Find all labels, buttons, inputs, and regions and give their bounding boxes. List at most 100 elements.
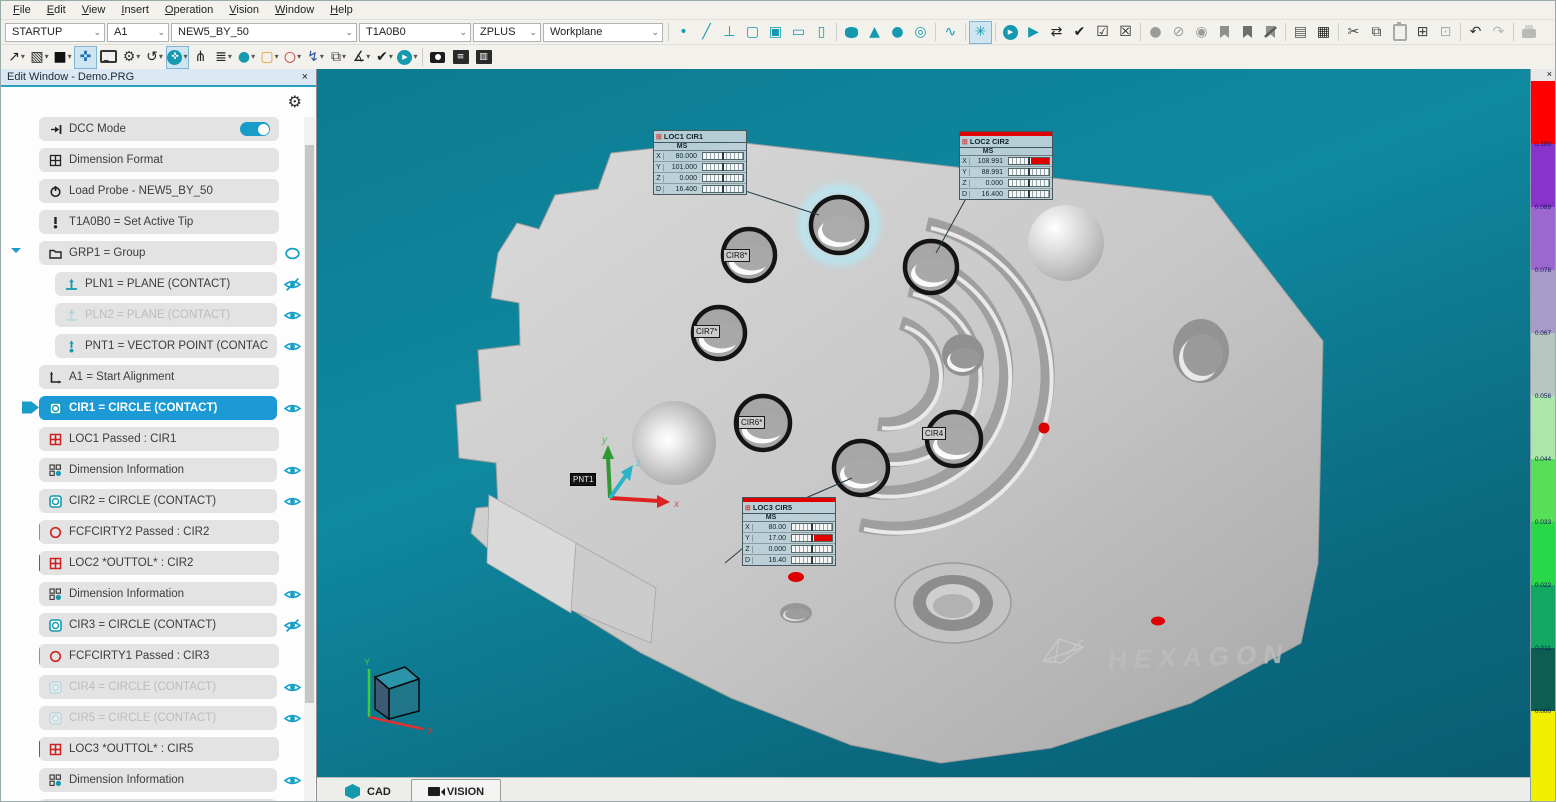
sidebar-scrollbar[interactable] (304, 117, 315, 802)
circle-icon[interactable]: ▢ (741, 21, 764, 44)
chevron-down-icon[interactable]: ⌄ (157, 27, 165, 38)
execute-icon[interactable]: ▶ (999, 21, 1022, 44)
execute-from-cursor-icon[interactable]: ▶ (1022, 21, 1045, 44)
chevron-down-icon[interactable]: ⌄ (345, 27, 353, 38)
chevron-down-icon[interactable]: ▾ (21, 53, 25, 61)
summary-mode-icon[interactable]: ▤ (1289, 21, 1312, 44)
eye-icon[interactable] (284, 340, 302, 353)
bookmark-remove-icon[interactable] (1259, 21, 1282, 44)
auto-feature-icon[interactable]: ✳ (969, 21, 992, 44)
command-item[interactable]: CIR5 = CIRCLE (CONTACT) (39, 706, 277, 730)
execute-mode-icon[interactable]: ▶▾ (396, 46, 419, 69)
menu-view[interactable]: View (74, 3, 114, 18)
wireframe-view-icon[interactable]: ▧▾ (28, 46, 51, 69)
line-icon[interactable]: ╱ (695, 21, 718, 44)
pan-mode-icon[interactable]: ✜ (74, 46, 97, 69)
comment-icon[interactable] (97, 46, 120, 69)
graph-window-icon[interactable]: ▥ (472, 46, 495, 69)
command-item[interactable]: PLN2 = PLANE (CONTACT) (55, 303, 277, 327)
gage-window-icon[interactable]: ▢▾ (258, 46, 281, 69)
paste-icon[interactable] (1388, 21, 1411, 44)
break-icon[interactable]: ⊘ (1167, 21, 1190, 44)
square-slot-icon[interactable]: ▯ (810, 21, 833, 44)
menu-window[interactable]: Window (267, 3, 322, 18)
eye-icon[interactable] (284, 712, 302, 725)
workplane-axis-select[interactable]: ZPLUS⌄ (473, 23, 541, 42)
command-item[interactable]: Load Probe - NEW5_BY_50 (39, 179, 279, 203)
print-icon[interactable] (1517, 21, 1540, 44)
dimension-callout-loc2[interactable]: ⊞LOC2 CIR2MSX108.991Y88.991Z0.000D16.400 (959, 131, 1053, 200)
command-item[interactable]: CIR2 = CIRCLE (CONTACT) (39, 489, 277, 513)
scrollbar-thumb[interactable] (305, 145, 314, 703)
sphere-icon[interactable]: ● (886, 21, 909, 44)
menu-edit[interactable]: Edit (39, 3, 74, 18)
workplane-select[interactable]: Workplane⌄ (543, 23, 663, 42)
redo-icon[interactable]: ↷ (1487, 21, 1510, 44)
undo-icon[interactable]: ↶ (1464, 21, 1487, 44)
chevron-down-icon[interactable]: ▾ (45, 53, 49, 61)
plane-icon[interactable]: ⊥ (718, 21, 741, 44)
eye-icon[interactable] (284, 402, 302, 415)
confirm-icon[interactable]: ✔▾ (373, 46, 396, 69)
command-mode-icon[interactable]: ▦ (1312, 21, 1335, 44)
chevron-down-icon[interactable]: ▾ (320, 53, 324, 61)
loop-icon[interactable]: ⇄ (1045, 21, 1068, 44)
view-set-icon[interactable]: ⧉▾ (327, 46, 350, 69)
ellipse-icon[interactable]: ▣ (764, 21, 787, 44)
menu-file[interactable]: File (5, 3, 39, 18)
command-item[interactable]: T1A0B0 = Set Active Tip (39, 210, 279, 234)
solid-view-icon[interactable]: ■▾ (51, 46, 74, 69)
dcc-mode-toggle[interactable] (240, 122, 270, 136)
torus-icon[interactable]: ◎ (909, 21, 932, 44)
tab-cad[interactable]: CAD (329, 779, 407, 802)
probe-file-select[interactable]: NEW5_BY_50⌄ (171, 23, 357, 42)
chevron-down-icon[interactable]: ▾ (389, 53, 393, 61)
chevron-down-icon[interactable]: ▾ (275, 53, 279, 61)
command-item[interactable]: LOC1 Passed : CIR1 (39, 427, 279, 451)
continue-icon[interactable]: ◉ (1190, 21, 1213, 44)
close-icon[interactable]: × (302, 71, 308, 83)
fcf-circle-icon[interactable]: ○▾ (281, 46, 304, 69)
close-icon[interactable]: × (1531, 69, 1555, 81)
point-icon[interactable]: • (672, 21, 695, 44)
command-item[interactable]: Dimension Information (39, 582, 277, 606)
angle-strategy-icon[interactable]: ∡▾ (350, 46, 373, 69)
chevron-down-icon[interactable]: ▾ (251, 53, 255, 61)
menu-vision[interactable]: Vision (221, 3, 267, 18)
chevron-down-icon[interactable]: ⌄ (651, 27, 659, 38)
chevron-down-icon[interactable]: ▾ (297, 53, 301, 61)
probe-quick-icon[interactable]: ↗▾ (5, 46, 28, 69)
command-item[interactable]: CIR1 = CIRCLE (CONTACT) (39, 396, 277, 420)
copy-icon[interactable]: ⧉ (1365, 21, 1388, 44)
command-item[interactable]: CIR3 = CIRCLE (CONTACT) (39, 613, 277, 637)
pan-view-icon[interactable]: ✜▾ (166, 46, 189, 69)
command-item[interactable]: PLN1 = PLANE (CONTACT) (55, 272, 277, 296)
chevron-down-icon[interactable]: ⌄ (459, 27, 467, 38)
marked-sets-check-icon[interactable]: ☑ (1091, 21, 1114, 44)
measurement-strategy-select[interactable]: STARTUP⌄ (5, 23, 105, 42)
command-item[interactable]: Dimension Information (39, 458, 277, 482)
command-item[interactable]: DCC Mode (39, 117, 279, 141)
bookmark-insert-icon[interactable] (1236, 21, 1259, 44)
cad-sphere-icon[interactable]: ●▾ (235, 46, 258, 69)
eye-icon[interactable] (284, 464, 302, 477)
chevron-down-icon[interactable]: ⌄ (529, 27, 537, 38)
report-window-icon[interactable]: ≡ (449, 46, 472, 69)
cone-icon[interactable]: ▲ (863, 21, 886, 44)
command-item[interactable]: FCFCIRTY1 Passed : CIR3 (39, 644, 279, 668)
alignment-select[interactable]: A1⌄ (107, 23, 169, 42)
pattern-icon[interactable]: ⊡ (1434, 21, 1457, 44)
paste-with-pattern-icon[interactable]: ⊞ (1411, 21, 1434, 44)
eye-icon[interactable] (284, 774, 302, 787)
command-item[interactable]: LOC2 *OUTTOL* : CIR2 (39, 551, 279, 575)
eye-icon[interactable] (284, 309, 302, 322)
chevron-down-icon[interactable]: ▾ (413, 53, 417, 61)
menu-insert[interactable]: Insert (113, 3, 157, 18)
chevron-down-icon[interactable]: ▾ (136, 53, 140, 61)
eye-slash-icon[interactable] (284, 278, 302, 291)
probe-changer-icon[interactable]: ⋔ (189, 46, 212, 69)
eye-icon[interactable] (284, 495, 302, 508)
command-item[interactable]: LOC3 *OUTTOL* : CIR5 (39, 737, 279, 761)
active-tip-select[interactable]: T1A0B0⌄ (359, 23, 471, 42)
chevron-down-icon[interactable]: ▾ (68, 53, 72, 61)
